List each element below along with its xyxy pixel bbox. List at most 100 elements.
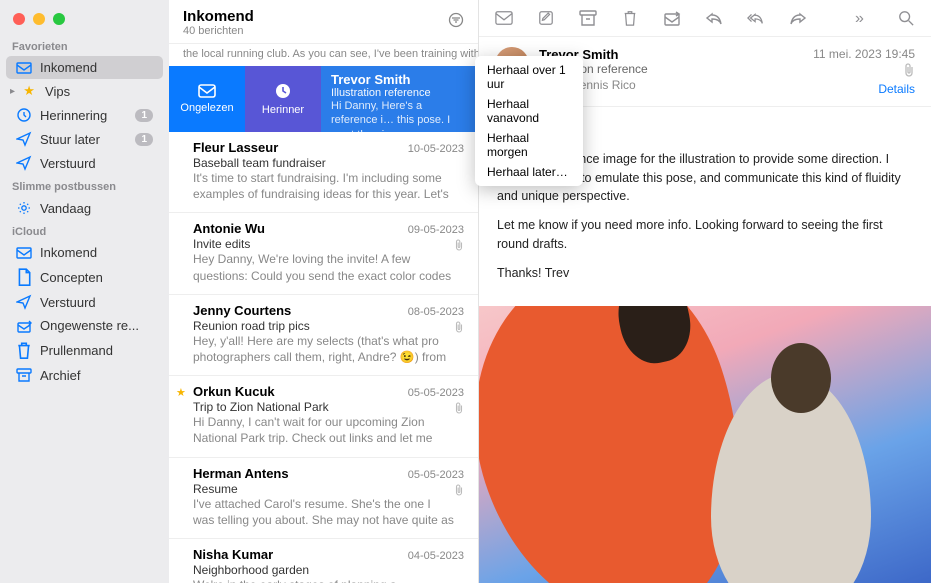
chevron-right-icon: ▸ bbox=[10, 86, 15, 97]
sidebar-item-vips[interactable]: ▸ ★ Vips bbox=[6, 79, 163, 103]
message-preview: Hey, y'all! Here are my selects (that's … bbox=[193, 333, 454, 365]
sidebar-item-trash[interactable]: Prullenmand bbox=[6, 337, 163, 363]
message-row[interactable]: ★Orkun Kucuk05-05-2023Trip to Zion Natio… bbox=[169, 376, 478, 457]
reply-icon[interactable] bbox=[705, 10, 723, 26]
clock-badge-icon bbox=[274, 82, 292, 100]
menu-item-remind-tonight[interactable]: Herhaal vanavond bbox=[475, 94, 583, 128]
truncated-preview-row[interactable]: the local running club. As you can see, … bbox=[169, 44, 478, 66]
message-subject: Reunion road trip pics bbox=[193, 319, 464, 333]
paperplane-clock-icon bbox=[16, 131, 32, 147]
badge: 1 bbox=[135, 109, 153, 122]
message-sender: Fleur Lasseur bbox=[193, 140, 278, 155]
message-preview: I've attached Carol's resume. She's the … bbox=[193, 496, 454, 528]
message-preview: We're in the early stages of planning a … bbox=[193, 577, 464, 583]
message-date: 04-05-2023 bbox=[408, 550, 464, 562]
detail-date: 11 mei. 2023 19:45 bbox=[813, 47, 915, 61]
sidebar-item-label: Verstuurd bbox=[40, 295, 96, 310]
sidebar-item-label: Stuur later bbox=[40, 132, 100, 147]
sidebar-section-icloud: iCloud bbox=[0, 220, 169, 241]
attachment-image[interactable] bbox=[479, 306, 931, 583]
sidebar-item-icloud-inbox[interactable]: Inkomend bbox=[6, 241, 163, 264]
reply-all-icon[interactable] bbox=[747, 10, 765, 26]
message-preview: It's time to start fundraising. I'm incl… bbox=[193, 170, 464, 202]
message-subject: Neighborhood garden bbox=[193, 563, 464, 577]
body-paragraph: Let me know if you need more info. Looki… bbox=[497, 216, 913, 254]
sidebar-item-today[interactable]: Vandaag bbox=[6, 196, 163, 220]
flag-star-icon: ★ bbox=[176, 386, 186, 399]
swipe-label: Ongelezen bbox=[180, 102, 233, 114]
attachment-icon bbox=[454, 484, 464, 499]
message-subject: Invite edits bbox=[193, 237, 464, 251]
attachment-icon bbox=[813, 63, 915, 80]
swipe-unread-button[interactable]: Ongelezen bbox=[169, 66, 245, 132]
sidebar-item-sent[interactable]: Verstuurd bbox=[6, 151, 163, 175]
sidebar-item-label: Inkomend bbox=[40, 60, 97, 75]
inbox-icon bbox=[16, 62, 32, 74]
list-header: Inkomend 40 berichten bbox=[169, 0, 478, 44]
swipe-remind-button[interactable]: Herinner bbox=[245, 66, 321, 132]
message-preview: Hi Danny, Here's a reference i… this pos… bbox=[331, 99, 468, 132]
archive-icon bbox=[16, 368, 32, 382]
sidebar-item-send-later[interactable]: Stuur later 1 bbox=[6, 127, 163, 151]
paperplane-icon bbox=[16, 155, 32, 171]
attachment-icon bbox=[454, 402, 464, 417]
message-row[interactable]: Jenny Courtens08-05-2023Reunion road tri… bbox=[169, 295, 478, 376]
envelope-icon[interactable] bbox=[495, 10, 513, 26]
sidebar-item-label: Concepten bbox=[40, 270, 103, 285]
sidebar-item-label: Vips bbox=[45, 84, 70, 99]
swiped-message[interactable]: Trevor Smith Illustration reference Hi D… bbox=[321, 66, 478, 132]
compose-icon[interactable] bbox=[537, 10, 555, 26]
message-count: 40 berichten bbox=[183, 25, 254, 37]
junk-icon[interactable] bbox=[663, 10, 681, 26]
message-row[interactable]: Antonie Wu09-05-2023Invite editsHey Dann… bbox=[169, 213, 478, 294]
filter-icon[interactable] bbox=[448, 8, 464, 32]
sidebar-item-inbox[interactable]: Inkomend bbox=[6, 56, 163, 79]
search-icon[interactable] bbox=[897, 10, 915, 26]
paperplane-icon bbox=[16, 294, 32, 310]
message-subject: Baseball team fundraiser bbox=[193, 156, 464, 170]
trash-icon[interactable] bbox=[621, 10, 639, 26]
clock-icon bbox=[16, 107, 32, 123]
message-row[interactable]: Fleur Lasseur 10-05-2023Baseball team fun… bbox=[169, 132, 478, 213]
menu-item-remind-later[interactable]: Herhaal later… bbox=[475, 162, 583, 182]
more-icon[interactable]: » bbox=[855, 10, 873, 26]
message-row[interactable]: Nisha Kumar04-05-2023Neighborhood garden… bbox=[169, 539, 478, 583]
sidebar-item-archive[interactable]: Archief bbox=[6, 364, 163, 387]
message-preview: Hey Danny, We're loving the invite! A fe… bbox=[193, 251, 454, 283]
window-controls bbox=[0, 0, 169, 35]
sidebar-item-icloud-sent[interactable]: Verstuurd bbox=[6, 290, 163, 314]
close-window-button[interactable] bbox=[13, 13, 25, 25]
message-sender: Jenny Courtens bbox=[193, 303, 291, 318]
sidebar: Favorieten Inkomend ▸ ★ Vips Herinnering… bbox=[0, 0, 169, 583]
minimize-window-button[interactable] bbox=[33, 13, 45, 25]
sidebar-item-label: Archief bbox=[40, 368, 80, 383]
sidebar-item-junk[interactable]: Ongewenste re... bbox=[6, 314, 163, 337]
message-date: 05-05-2023 bbox=[408, 387, 464, 399]
attachment-icon bbox=[454, 321, 464, 336]
junk-icon bbox=[16, 319, 32, 333]
document-icon bbox=[16, 268, 32, 286]
archive-icon[interactable] bbox=[579, 10, 597, 26]
menu-item-remind-tomorrow[interactable]: Herhaal morgen bbox=[475, 128, 583, 162]
message-sender: Orkun Kucuk bbox=[193, 384, 275, 399]
sidebar-item-drafts[interactable]: Concepten bbox=[6, 264, 163, 290]
message-row[interactable]: Herman Antens05-05-2023ResumeI've attach… bbox=[169, 458, 478, 539]
sidebar-item-label: Ongewenste re... bbox=[40, 318, 139, 333]
message-date: 10-05-2023 bbox=[408, 143, 464, 155]
sidebar-section-smart: Slimme postbussen bbox=[0, 175, 169, 196]
message-sender: Antonie Wu bbox=[193, 221, 265, 236]
sidebar-item-label: Verstuurd bbox=[40, 156, 96, 171]
badge: 1 bbox=[135, 133, 153, 146]
sidebar-item-label: Vandaag bbox=[40, 201, 91, 216]
sidebar-item-reminder[interactable]: Herinnering 1 bbox=[6, 103, 163, 127]
inbox-icon bbox=[16, 247, 32, 259]
menu-item-remind-1h[interactable]: Herhaal over 1 uur bbox=[475, 60, 583, 94]
star-icon: ★ bbox=[21, 83, 37, 99]
message-subject: Illustration reference bbox=[331, 87, 468, 99]
swipe-label: Herinner bbox=[262, 104, 304, 116]
details-link[interactable]: Details bbox=[813, 82, 915, 96]
fullscreen-window-button[interactable] bbox=[53, 13, 65, 25]
forward-icon[interactable] bbox=[789, 10, 807, 26]
toolbar: » bbox=[479, 0, 931, 37]
sidebar-item-label: Prullenmand bbox=[40, 343, 113, 358]
